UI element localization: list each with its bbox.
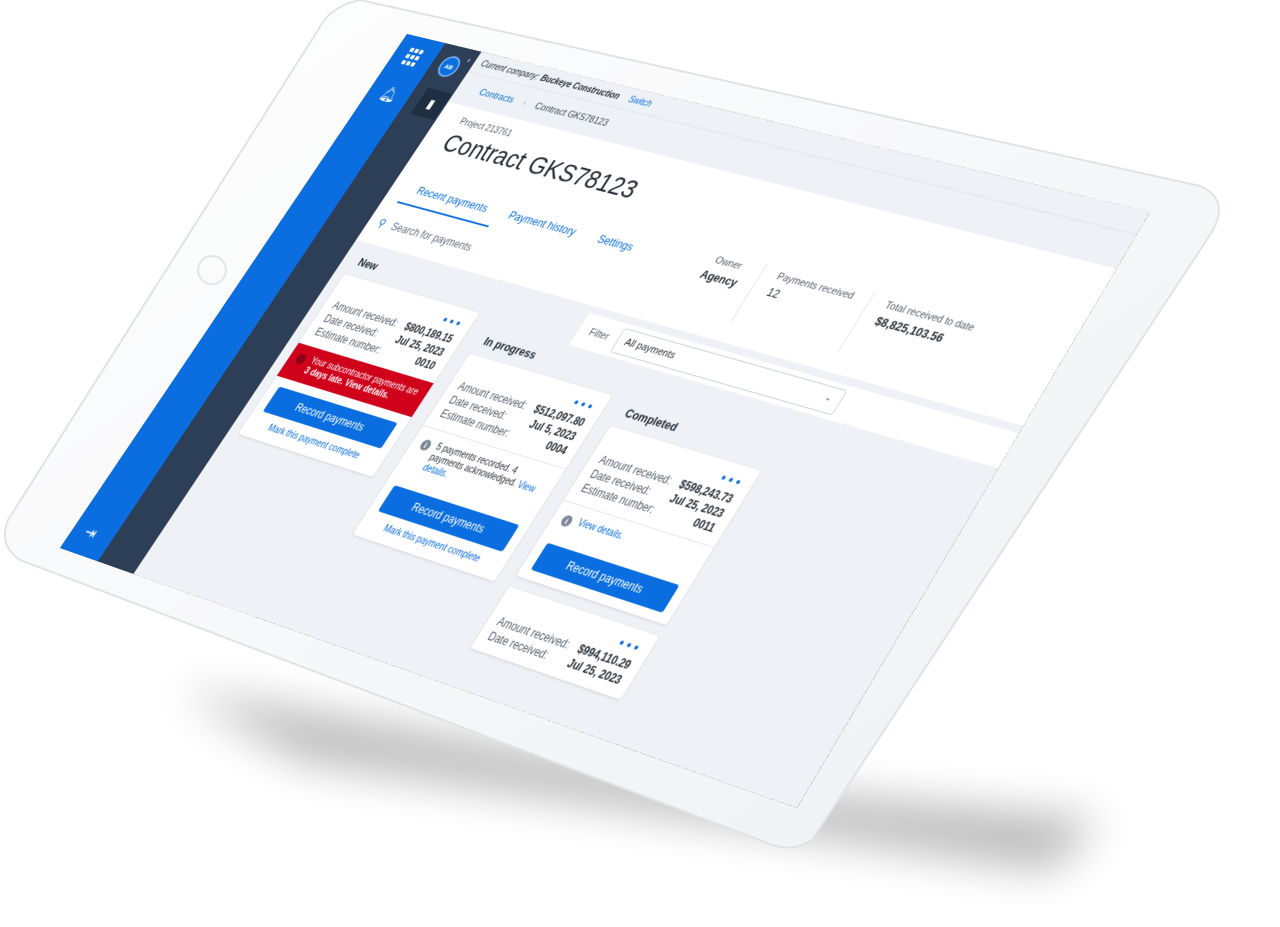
view-details-link[interactable]: View details. bbox=[574, 517, 626, 544]
filter-label: Filter bbox=[586, 326, 612, 343]
chevron-right-icon: › bbox=[520, 98, 529, 108]
breadcrumb-current: Contract GKS78123 bbox=[532, 101, 611, 129]
chevron-down-icon: ⌄ bbox=[821, 392, 835, 404]
device-mockup: 🔔︎ ⇥ › AB ▮ Current company: Buckeye Con… bbox=[0, 0, 1280, 927]
info-icon: i bbox=[418, 438, 434, 452]
switch-company-link[interactable]: Switch bbox=[626, 94, 654, 109]
filter-selected-value: All payments bbox=[622, 337, 678, 362]
search-input[interactable]: Search for payments bbox=[388, 220, 475, 253]
note-text: 5 payments recorded. 4 payments acknowle… bbox=[426, 441, 520, 490]
info-icon: i bbox=[558, 514, 575, 528]
search-icon: ⚲ bbox=[374, 216, 390, 231]
warning-icon bbox=[293, 352, 309, 366]
breadcrumb-contracts-link[interactable]: Contracts bbox=[477, 88, 517, 106]
